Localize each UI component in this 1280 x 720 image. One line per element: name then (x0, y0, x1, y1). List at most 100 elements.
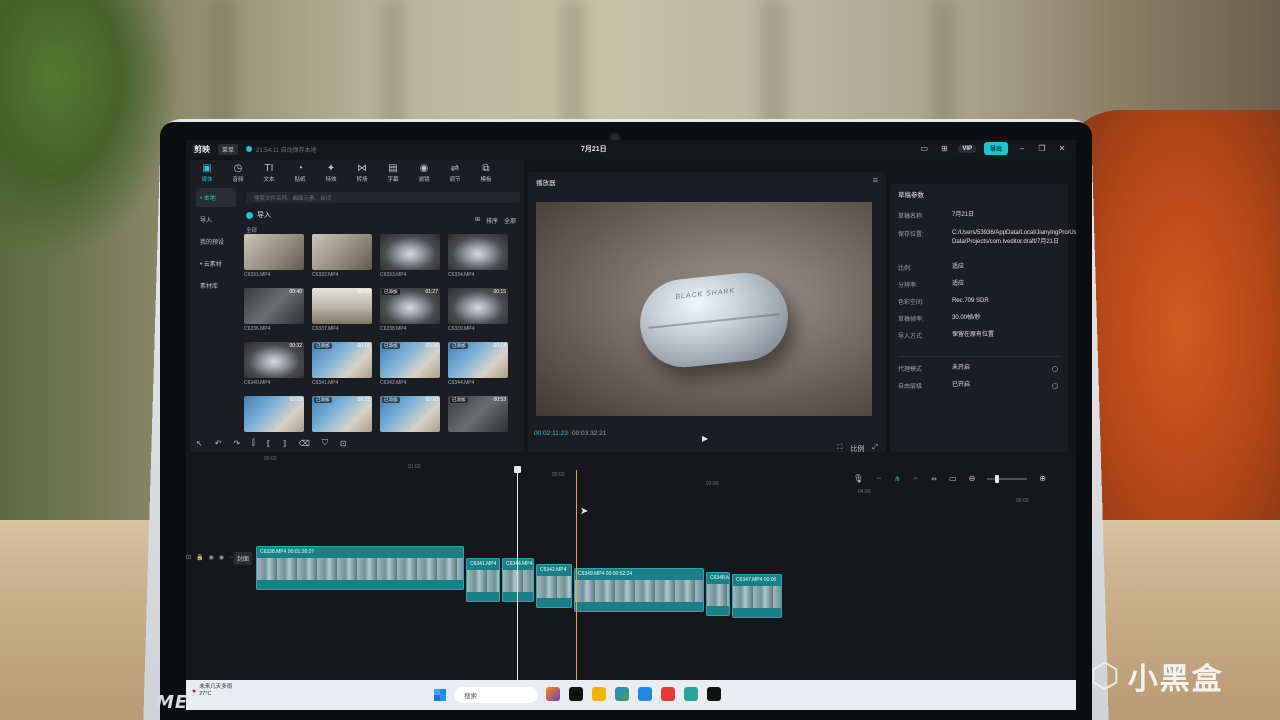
tool-adjust[interactable]: ⇌ 调节 (444, 163, 466, 183)
folder-icon[interactable] (592, 687, 606, 701)
zoom-slider[interactable] (987, 474, 1028, 483)
zoom-out-icon[interactable]: ⊖ (969, 474, 976, 483)
tool-label: 媒体 (201, 177, 213, 183)
timeline-clip[interactable]: C6344.MP4 (502, 558, 534, 602)
zoom-in-icon[interactable]: ⊕ (1039, 474, 1046, 483)
media-thumbnail[interactable]: 00:16 已添加 (380, 342, 440, 378)
watermark: ⬡ 小黑盒 (1090, 654, 1224, 698)
export-button[interactable]: 导出 (983, 142, 1008, 155)
magnet-icon[interactable]: ⋔ (894, 475, 900, 483)
video-preview[interactable]: BLACK SHARK (536, 202, 872, 416)
media-thumbnail[interactable]: 00:19 (244, 396, 304, 432)
app-icon[interactable] (684, 687, 698, 701)
media-thumbnail[interactable]: 00:14 已添加 (448, 342, 508, 378)
media-panel: ▣ 媒体 ◷ 音频 TI 文本 ◔ 贴纸 ✦ 特效 ⋈ 转场 ▤ 字幕 ◉ 滤镜 ⇌ 调节 ⧉ 模板 • 本地 导入 我的… (190, 160, 524, 460)
close-icon[interactable]: ✕ (1056, 144, 1068, 154)
sidebar-item[interactable]: • 本地 (196, 188, 236, 207)
redo-icon[interactable]: ↷ (233, 439, 240, 448)
media-thumbnail[interactable]: 00:32 (244, 342, 304, 378)
filter-button[interactable]: 全部 (504, 216, 516, 225)
sidebar-item[interactable]: • 云素材 (196, 254, 236, 273)
tool-filter[interactable]: ◉ 滤镜 (413, 163, 435, 183)
sort-button[interactable]: 排序 (486, 216, 498, 225)
caption-icon[interactable]: ▭ (949, 474, 957, 483)
maximize-icon[interactable]: ❐ (1036, 144, 1048, 154)
media-thumbnail[interactable]: 00:10 已添加 (380, 396, 440, 432)
cover-button[interactable]: 封面 (234, 552, 253, 565)
filter-icon: ◉ (419, 163, 429, 174)
media-thumbnail[interactable]: 00:55 (312, 288, 372, 324)
sidebar-item[interactable]: 导入 (196, 210, 236, 229)
delete-icon[interactable]: ⌫ (299, 439, 310, 448)
media-thumbnail[interactable]: 00:40 (244, 288, 304, 324)
vip-badge[interactable]: VIP (958, 144, 976, 153)
timeline-clip[interactable]: C6342.MP4 (536, 564, 572, 608)
tool-effects[interactable]: ✦ 特效 (320, 163, 342, 183)
mail-icon[interactable] (638, 687, 652, 701)
preview-axis-icon[interactable]: ⇹ (931, 475, 937, 483)
tool-text[interactable]: TI 文本 (258, 163, 280, 183)
keyboard-icon[interactable]: ▭ (918, 144, 930, 154)
link-icon[interactable]: ⇔ (875, 475, 882, 482)
capcut-icon[interactable] (707, 687, 721, 701)
media-thumbnail[interactable] (312, 234, 372, 270)
player-menu-icon[interactable]: ≡ (873, 175, 878, 185)
layout-icon[interactable]: ⊞ (938, 144, 950, 154)
media-thumbnail[interactable]: 00:15 已添加 (312, 342, 372, 378)
visibility-icon[interactable]: ◉ (209, 554, 214, 561)
taskbar-search-input[interactable]: 搜索 (454, 687, 538, 703)
media-thumbnail[interactable]: 01:27 已添加 (380, 288, 440, 324)
timeline-clip[interactable]: C6341.MP4 (466, 558, 500, 602)
tool-sticker[interactable]: ◔ 贴纸 (289, 163, 311, 183)
adjust-icon: ⇌ (450, 163, 460, 174)
split-left-icon[interactable]: ⟦ (267, 439, 271, 448)
media-search-input[interactable]: 搜索文件名称、画面元素、台词 (246, 192, 520, 203)
sidebar-item[interactable]: 我的预设 (196, 232, 236, 251)
select-tool-icon[interactable]: ↖ (196, 439, 203, 448)
zoom-slider-knob[interactable] (995, 474, 1000, 483)
media-thumbnail[interactable] (380, 234, 440, 270)
tool-transition[interactable]: ⋈ 转场 (351, 163, 373, 183)
sidebar-item[interactable]: 素材库 (196, 276, 236, 295)
info-icon[interactable] (1052, 383, 1058, 389)
landscape-app-icon[interactable] (546, 687, 560, 701)
tool-audio[interactable]: ◷ 音频 (227, 163, 249, 183)
crop-icon[interactable]: ⊡ (340, 439, 347, 448)
media-thumbnail[interactable] (244, 234, 304, 270)
lock-icon[interactable]: ⊡ (186, 554, 191, 561)
tool-media[interactable]: ▣ 媒体 (196, 163, 218, 183)
media-thumbnail[interactable] (448, 234, 508, 270)
timeline-clip[interactable]: C6348.M (706, 572, 730, 616)
media-thumbnail[interactable]: 00:15 (448, 288, 508, 324)
wps-icon[interactable] (661, 687, 675, 701)
mute-icon[interactable]: ◉ (219, 554, 224, 561)
app-screen: 剪映 菜单 21:54:11 自动保存本地 7月21日 ▭ ⊞ VIP 导出 –… (186, 140, 1076, 710)
lock-track-icon[interactable]: 🔒 (196, 554, 203, 561)
tool-caption[interactable]: ▤ 字幕 (382, 163, 404, 183)
timeline-clip[interactable]: C6349.MP4 00:00:52:24 (574, 568, 704, 612)
media-thumbnail[interactable]: 00:53 已添加 (448, 396, 508, 432)
weather-temp: 27°C (199, 691, 212, 697)
timeline-clip[interactable]: C6347.MP4 00:00 (732, 574, 782, 618)
film-app-icon[interactable] (569, 687, 583, 701)
shield-icon[interactable]: ⛉ (322, 438, 328, 448)
snap-icon[interactable]: ⇔ (912, 475, 919, 482)
undo-icon[interactable]: ↶ (215, 439, 222, 448)
info-icon[interactable] (1052, 366, 1058, 372)
media-thumbnail[interactable]: 00:21 已添加 (312, 396, 372, 432)
tool-template[interactable]: ⧉ 模板 (475, 163, 497, 183)
view-toggle-icon[interactable]: ⊞ (475, 216, 480, 225)
weather-widget[interactable]: ● 未来几天多雨 27°C (192, 684, 232, 698)
clip-label: C6348.M (710, 575, 730, 581)
microphone-icon[interactable]: 🎙 (853, 474, 863, 483)
windows-start-icon[interactable] (434, 689, 446, 701)
clip-filmstrip (537, 576, 571, 598)
menu-button[interactable]: 菜单 (218, 143, 239, 155)
timeline-clip[interactable]: C6338.MP4 00:01:26:27 (256, 546, 464, 590)
playhead[interactable] (517, 468, 518, 692)
split-right-icon[interactable]: ⟧ (283, 439, 287, 448)
minimize-icon[interactable]: – (1016, 144, 1028, 154)
split-icon[interactable]: ⫿ (252, 438, 255, 448)
edge-icon[interactable] (615, 687, 629, 701)
import-row[interactable]: 导入 (246, 210, 271, 220)
